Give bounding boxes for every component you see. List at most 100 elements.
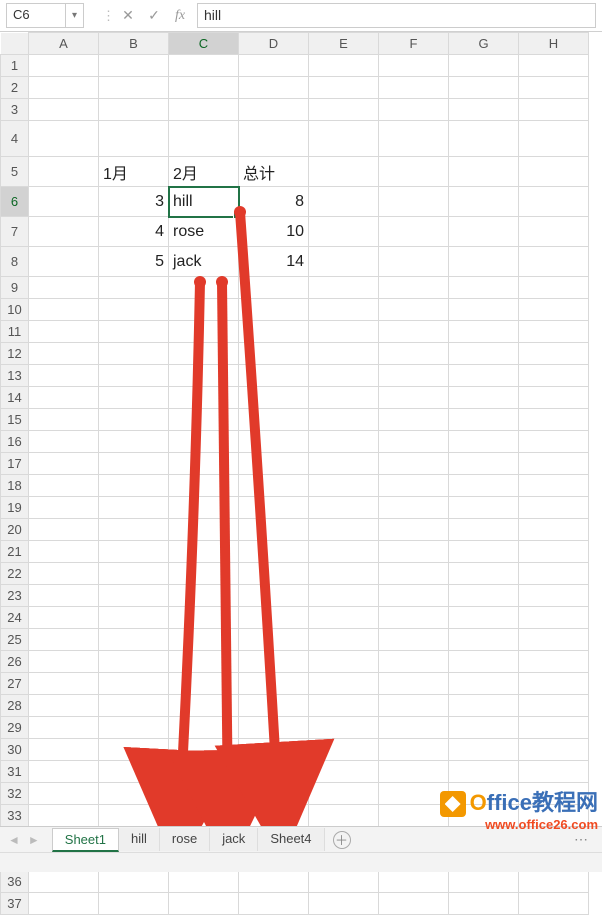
cell-H28[interactable] bbox=[519, 695, 589, 717]
cell-B3[interactable] bbox=[99, 99, 169, 121]
cell-B9[interactable] bbox=[99, 277, 169, 299]
cell-D31[interactable] bbox=[239, 761, 309, 783]
row-header-2[interactable]: 2 bbox=[1, 77, 29, 99]
cell-F5[interactable] bbox=[379, 157, 449, 187]
cell-C3[interactable] bbox=[169, 99, 239, 121]
cell-F14[interactable] bbox=[379, 387, 449, 409]
row-header-6[interactable]: 6 bbox=[1, 187, 29, 217]
cell-C10[interactable] bbox=[169, 299, 239, 321]
cell-F24[interactable] bbox=[379, 607, 449, 629]
cell-A4[interactable] bbox=[29, 121, 99, 157]
cell-H36[interactable] bbox=[519, 871, 589, 893]
cell-F32[interactable] bbox=[379, 783, 449, 805]
cell-E32[interactable] bbox=[309, 783, 379, 805]
cell-E1[interactable] bbox=[309, 55, 379, 77]
cell-A6[interactable] bbox=[29, 187, 99, 217]
row-header-31[interactable]: 31 bbox=[1, 761, 29, 783]
cell-H12[interactable] bbox=[519, 343, 589, 365]
cell-E10[interactable] bbox=[309, 299, 379, 321]
formula-cancel-icon[interactable]: ✕ bbox=[115, 0, 141, 31]
cell-F9[interactable] bbox=[379, 277, 449, 299]
cell-D26[interactable] bbox=[239, 651, 309, 673]
cell-B33[interactable] bbox=[99, 805, 169, 827]
cell-A13[interactable] bbox=[29, 365, 99, 387]
col-header-G[interactable]: G bbox=[449, 33, 519, 55]
cell-C21[interactable] bbox=[169, 541, 239, 563]
row-header-18[interactable]: 18 bbox=[1, 475, 29, 497]
cell-A28[interactable] bbox=[29, 695, 99, 717]
row-header-11[interactable]: 11 bbox=[1, 321, 29, 343]
cell-H27[interactable] bbox=[519, 673, 589, 695]
cell-D6[interactable]: 8 bbox=[239, 187, 309, 217]
cell-F25[interactable] bbox=[379, 629, 449, 651]
cell-D23[interactable] bbox=[239, 585, 309, 607]
cell-B20[interactable] bbox=[99, 519, 169, 541]
cell-A16[interactable] bbox=[29, 431, 99, 453]
row-header-13[interactable]: 13 bbox=[1, 365, 29, 387]
cell-F12[interactable] bbox=[379, 343, 449, 365]
cell-C22[interactable] bbox=[169, 563, 239, 585]
cell-A14[interactable] bbox=[29, 387, 99, 409]
cell-G19[interactable] bbox=[449, 497, 519, 519]
cell-C15[interactable] bbox=[169, 409, 239, 431]
cell-G17[interactable] bbox=[449, 453, 519, 475]
row-header-12[interactable]: 12 bbox=[1, 343, 29, 365]
row-header-22[interactable]: 22 bbox=[1, 563, 29, 585]
cell-E17[interactable] bbox=[309, 453, 379, 475]
cell-E9[interactable] bbox=[309, 277, 379, 299]
cell-B14[interactable] bbox=[99, 387, 169, 409]
cell-D37[interactable] bbox=[239, 893, 309, 915]
cell-B2[interactable] bbox=[99, 77, 169, 99]
cell-B1[interactable] bbox=[99, 55, 169, 77]
cell-C26[interactable] bbox=[169, 651, 239, 673]
row-header-3[interactable]: 3 bbox=[1, 99, 29, 121]
cell-C13[interactable] bbox=[169, 365, 239, 387]
cell-F28[interactable] bbox=[379, 695, 449, 717]
cell-E36[interactable] bbox=[309, 871, 379, 893]
col-header-A[interactable]: A bbox=[29, 33, 99, 55]
cell-H17[interactable] bbox=[519, 453, 589, 475]
cell-A18[interactable] bbox=[29, 475, 99, 497]
cell-H19[interactable] bbox=[519, 497, 589, 519]
cell-B36[interactable] bbox=[99, 871, 169, 893]
cell-C16[interactable] bbox=[169, 431, 239, 453]
cell-F1[interactable] bbox=[379, 55, 449, 77]
cell-D29[interactable] bbox=[239, 717, 309, 739]
row-header-15[interactable]: 15 bbox=[1, 409, 29, 431]
cell-E15[interactable] bbox=[309, 409, 379, 431]
cell-H25[interactable] bbox=[519, 629, 589, 651]
cell-D7[interactable]: 10 bbox=[239, 217, 309, 247]
cell-C11[interactable] bbox=[169, 321, 239, 343]
cell-F36[interactable] bbox=[379, 871, 449, 893]
cell-E24[interactable] bbox=[309, 607, 379, 629]
cell-C7[interactable]: rose bbox=[169, 217, 239, 247]
cell-E2[interactable] bbox=[309, 77, 379, 99]
cell-B17[interactable] bbox=[99, 453, 169, 475]
cell-B31[interactable] bbox=[99, 761, 169, 783]
cell-A30[interactable] bbox=[29, 739, 99, 761]
tab-nav-prev-icon[interactable]: ◄ bbox=[6, 831, 22, 849]
cell-A11[interactable] bbox=[29, 321, 99, 343]
cell-C36[interactable] bbox=[169, 871, 239, 893]
cell-B6[interactable]: 3 bbox=[99, 187, 169, 217]
cell-F6[interactable] bbox=[379, 187, 449, 217]
cell-B16[interactable] bbox=[99, 431, 169, 453]
cell-A19[interactable] bbox=[29, 497, 99, 519]
cell-E20[interactable] bbox=[309, 519, 379, 541]
cell-D13[interactable] bbox=[239, 365, 309, 387]
cell-G36[interactable] bbox=[449, 871, 519, 893]
cell-E5[interactable] bbox=[309, 157, 379, 187]
tab-nav-buttons[interactable]: ◄ ► bbox=[6, 831, 42, 849]
cell-C24[interactable] bbox=[169, 607, 239, 629]
cell-G15[interactable] bbox=[449, 409, 519, 431]
cell-C31[interactable] bbox=[169, 761, 239, 783]
cell-C27[interactable] bbox=[169, 673, 239, 695]
cell-E33[interactable] bbox=[309, 805, 379, 827]
cell-F7[interactable] bbox=[379, 217, 449, 247]
cell-G11[interactable] bbox=[449, 321, 519, 343]
formula-confirm-icon[interactable]: ✓ bbox=[141, 0, 167, 31]
cell-E18[interactable] bbox=[309, 475, 379, 497]
cell-H26[interactable] bbox=[519, 651, 589, 673]
cell-B37[interactable] bbox=[99, 893, 169, 915]
cell-A20[interactable] bbox=[29, 519, 99, 541]
